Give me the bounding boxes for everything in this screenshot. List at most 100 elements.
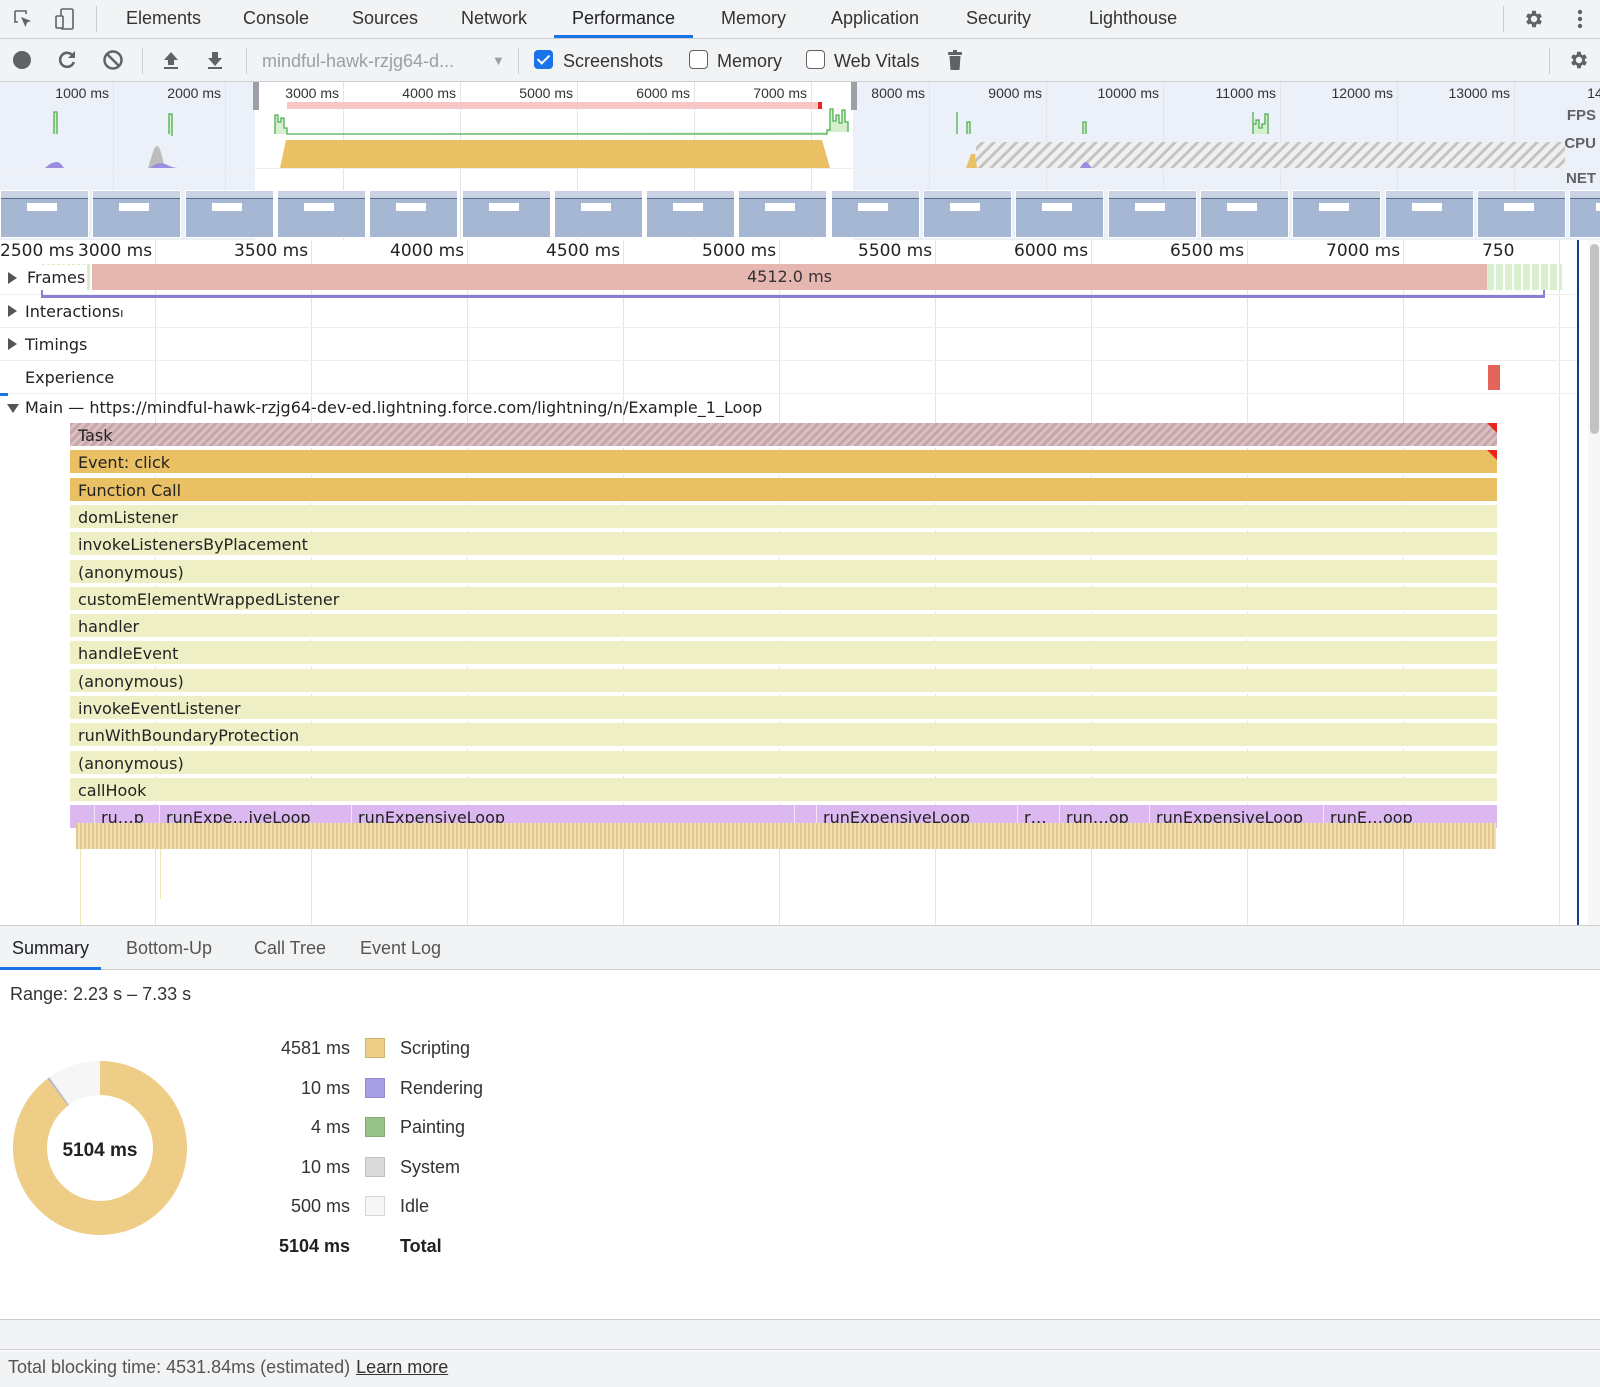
divider	[518, 48, 519, 74]
expand-triangle-icon[interactable]	[8, 338, 17, 350]
screenshot-thumbnail[interactable]	[461, 190, 551, 238]
ruler-tick-label: 3000 ms	[78, 241, 153, 261]
long-task-warning-icon[interactable]	[1487, 423, 1497, 433]
screenshot-thumbnail[interactable]	[738, 190, 828, 238]
range-text: Range: 2.23 s – 7.33 s	[10, 984, 192, 1004]
timings-track[interactable]: Timings	[0, 328, 1580, 361]
upload-profile-icon[interactable]	[158, 47, 184, 73]
reload-icon[interactable]	[54, 47, 80, 73]
tab-lighthouse[interactable]: Lighthouse	[1085, 0, 1181, 38]
screenshot-thumbnail[interactable]	[92, 190, 182, 238]
screenshot-thumbnail[interactable]	[1476, 190, 1566, 238]
screenshot-thumbnail[interactable]	[1107, 190, 1197, 238]
screenshot-thumbnail[interactable]	[1384, 190, 1474, 238]
flame-slice[interactable]: handleEvent	[70, 641, 1497, 667]
gear-icon[interactable]	[1521, 6, 1547, 32]
legend-value: 4581 ms	[280, 1038, 350, 1058]
web-vitals-checkbox[interactable]	[806, 50, 825, 69]
timeline-overview[interactable]: 1000 ms 2000 ms 3000 ms 4000 ms 5000 ms 6000 …	[0, 82, 1600, 240]
fps-label: FPS	[1566, 107, 1596, 124]
screenshot-thumbnail[interactable]	[0, 190, 89, 238]
screenshot-thumbnail[interactable]	[369, 190, 459, 238]
long-task-warning-icon[interactable]	[1487, 450, 1497, 461]
flame-slice[interactable]: (anonymous)	[70, 668, 1497, 694]
legend-value: 500 ms	[290, 1196, 350, 1216]
clear-icon[interactable]	[100, 47, 126, 73]
tab-sources[interactable]: Sources	[348, 0, 422, 38]
screenshot-thumbnail[interactable]	[1199, 190, 1289, 238]
screenshot-thumbnail[interactable]	[1015, 190, 1105, 238]
learn-more-link[interactable]: Learn more	[356, 1357, 448, 1377]
memory-checkbox[interactable]	[689, 50, 708, 69]
legend-label: Rendering	[400, 1077, 484, 1098]
profile-select[interactable]: mindful-hawk-rzjg64-d...	[262, 48, 454, 74]
tab-call-tree[interactable]: Call Tree	[242, 926, 338, 970]
flame-slice[interactable]: invokeEventListener	[70, 696, 1497, 721]
flame-slice[interactable]: (anonymous)	[70, 559, 1497, 585]
screenshot-thumbnail[interactable]	[1292, 190, 1382, 238]
tab-event-log[interactable]: Event Log	[348, 926, 453, 970]
screenshot-thumbnail[interactable]	[184, 190, 274, 238]
inspect-element-icon[interactable]	[10, 6, 36, 32]
long-frame-bar[interactable]: 4512.0 ms	[92, 264, 1487, 290]
deep-call-stack-slices[interactable]	[76, 823, 1496, 849]
main-thread-label: Main — https://mindful-hawk-rzjg64-dev-e…	[25, 398, 763, 417]
flame-chart[interactable]: 2500 ms 3000 ms 3500 ms 4000 ms 4500 ms 5000 …	[0, 240, 1600, 926]
tab-console[interactable]: Console	[239, 0, 313, 38]
capture-settings-gear-icon[interactable]	[1566, 47, 1592, 73]
flame-slice[interactable]: Task	[70, 423, 1497, 448]
screenshot-thumbnail[interactable]	[830, 190, 920, 238]
collapse-triangle-icon[interactable]	[7, 404, 19, 413]
experience-track[interactable]: Experience	[0, 361, 1580, 394]
legend-swatch	[365, 1156, 385, 1177]
tab-elements[interactable]: Elements	[122, 0, 205, 38]
donut-total-label: 5104 ms	[62, 1140, 137, 1161]
expand-triangle-icon[interactable]	[8, 272, 17, 284]
expand-triangle-icon[interactable]	[8, 305, 17, 317]
time-cursor-line	[1577, 240, 1579, 925]
net-label: NET	[1566, 170, 1596, 187]
interactions-label: Interactionsı	[25, 295, 123, 330]
tab-bottom-up[interactable]: Bottom-Up	[114, 926, 224, 970]
flame-slice[interactable]: handler	[70, 614, 1497, 640]
chevron-down-icon[interactable]: ▼	[492, 48, 505, 74]
tab-performance[interactable]: Performance	[554, 0, 694, 38]
kebab-menu-icon[interactable]	[1567, 6, 1593, 32]
flame-slice[interactable]: callHook	[70, 777, 1497, 803]
flame-slice[interactable]: Function Call	[70, 477, 1497, 503]
trash-icon[interactable]	[942, 47, 968, 73]
selection-handle-left[interactable]	[253, 82, 259, 110]
vertical-scrollbar[interactable]	[1588, 240, 1600, 925]
screenshot-thumbnail[interactable]	[276, 190, 366, 238]
device-toolbar-icon[interactable]	[52, 6, 78, 32]
ruler-tick-label: 5000 ms	[702, 241, 777, 261]
slice-hairline	[160, 849, 161, 899]
selection-handle-right[interactable]	[851, 82, 857, 110]
layout-shift-marker[interactable]	[1488, 365, 1500, 390]
interactions-track[interactable]: Interactionsı	[0, 295, 1580, 328]
tab-network[interactable]: Network	[457, 0, 531, 38]
tab-application[interactable]: Application	[827, 0, 923, 38]
ruler-tick-label: 2500 ms	[0, 241, 75, 261]
flame-slice[interactable]: Event: click	[70, 450, 1497, 476]
legend-total-label: Total	[400, 1235, 442, 1256]
tab-memory[interactable]: Memory	[717, 0, 790, 38]
screenshot-thumbnail[interactable]	[923, 190, 1012, 238]
download-profile-icon[interactable]	[202, 47, 228, 73]
tab-security[interactable]: Security	[962, 0, 1035, 38]
screenshot-thumbnail[interactable]	[553, 190, 643, 238]
flame-slice[interactable]: (anonymous)	[70, 750, 1497, 776]
flame-slice[interactable]: customElementWrappedListener	[70, 586, 1497, 612]
flame-slice[interactable]: runWithBoundaryProtection	[70, 723, 1497, 749]
tab-summary[interactable]: Summary	[0, 926, 102, 970]
flame-slice[interactable]: invokeListenersByPlacement	[70, 532, 1497, 558]
scrollbar-thumb[interactable]	[1590, 244, 1599, 434]
interactions-suffix: ı	[120, 306, 124, 320]
legend-swatch	[365, 1077, 385, 1098]
divider	[96, 6, 97, 32]
screenshots-checkbox[interactable]	[534, 50, 553, 69]
screenshot-thumbnail[interactable]	[646, 190, 736, 238]
screenshot-thumbnail[interactable]	[1569, 190, 1600, 238]
flame-slice[interactable]: domListener	[70, 504, 1497, 530]
record-icon[interactable]	[9, 47, 35, 73]
